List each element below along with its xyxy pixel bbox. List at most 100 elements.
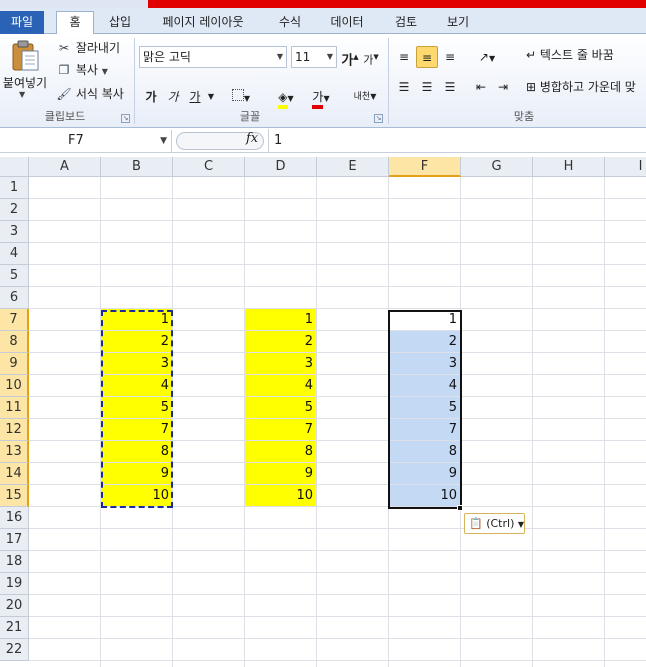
fill-color-button[interactable]: ◈▼ — [274, 86, 298, 109]
paste-options-button[interactable]: 📋 (Ctrl) ▼ — [464, 513, 525, 534]
column-header-b[interactable]: B — [101, 157, 173, 177]
border-button[interactable]: ▼ — [230, 86, 252, 108]
row-header-9[interactable]: 9 — [0, 353, 29, 375]
formula-input[interactable]: 1 — [274, 130, 282, 152]
row-header-1[interactable]: 1 — [0, 177, 29, 199]
select-all-button[interactable] — [0, 157, 29, 177]
cell-d11[interactable]: 5 — [245, 397, 316, 418]
row-header-4[interactable]: 4 — [0, 243, 29, 265]
cell-d10[interactable]: 4 — [245, 375, 316, 396]
row-header-3[interactable]: 3 — [0, 221, 29, 243]
gridline-horizontal — [29, 198, 646, 199]
column-header-g[interactable]: G — [461, 157, 533, 177]
row-header-5[interactable]: 5 — [0, 265, 29, 287]
shrink-font-button[interactable]: 가▼ — [362, 46, 380, 68]
italic-button[interactable]: 가 — [164, 86, 182, 108]
worksheet-grid[interactable]: ABCDEFGHI 1 2 3 4 5 6 7 8 9 10 11 12 13 14 15 16 17 18 19 2… — [0, 153, 646, 667]
fill-handle[interactable] — [457, 505, 463, 511]
orientation-button[interactable]: ↗▼ — [472, 46, 502, 68]
font-name-select[interactable]: 맑은 고딕 ▼ — [139, 46, 287, 68]
group-divider — [388, 38, 389, 124]
row-header-18[interactable]: 18 — [0, 551, 29, 573]
align-middle-button[interactable]: ≡ — [416, 46, 438, 68]
bold-button[interactable]: 가 — [142, 86, 160, 108]
tab-formulas[interactable]: 수식 — [270, 12, 310, 34]
tab-view[interactable]: 보기 — [438, 12, 478, 34]
name-box[interactable]: F7 ▼ — [0, 130, 172, 152]
tab-review[interactable]: 검토 — [386, 12, 426, 34]
tab-file[interactable]: 파일 — [0, 11, 44, 34]
align-right-button[interactable]: ☰ — [440, 76, 460, 98]
row-header-17[interactable]: 17 — [0, 529, 29, 551]
font-color-button[interactable]: 가▼ — [308, 86, 334, 109]
row-header-8[interactable]: 8 — [0, 331, 29, 353]
chevron-down-icon[interactable]: ▼ — [160, 130, 167, 152]
align-center-button[interactable]: ☰ — [416, 76, 438, 98]
align-bottom-button[interactable]: ≡ — [440, 46, 460, 68]
font-size-select[interactable]: 11 ▼ — [291, 46, 337, 68]
tab-page-layout[interactable]: 페이지 레이아웃 — [148, 12, 258, 34]
paste-icon[interactable] — [10, 40, 40, 72]
cell-d13[interactable]: 8 — [245, 441, 316, 462]
align-left-button[interactable]: ☰ — [394, 76, 414, 98]
row-header-12[interactable]: 12 — [0, 419, 29, 441]
row-header-15[interactable]: 15 — [0, 485, 29, 507]
column-header-h[interactable]: H — [533, 157, 605, 177]
row-header-22[interactable]: 22 — [0, 639, 29, 661]
column-header-i[interactable]: I — [605, 157, 646, 177]
row-header-10[interactable]: 10 — [0, 375, 29, 397]
font-launcher-icon[interactable]: ↘ — [374, 114, 383, 123]
insert-function-icon[interactable]: fx — [246, 131, 258, 146]
cell-d12[interactable]: 7 — [245, 419, 316, 440]
tab-home[interactable]: 홈 — [56, 11, 94, 34]
grow-font-button[interactable]: 가▲ — [341, 46, 359, 68]
row-header-20[interactable]: 20 — [0, 595, 29, 617]
copy-dropdown-icon[interactable]: ▼ — [102, 67, 108, 76]
merge-center-label: 병합하고 가운데 맞 — [539, 80, 636, 94]
row-header-6[interactable]: 6 — [0, 287, 29, 309]
row-header-7[interactable]: 7 — [0, 309, 29, 331]
cell-d14[interactable]: 9 — [245, 463, 316, 484]
column-header-d[interactable]: D — [245, 157, 317, 177]
paste-button[interactable]: 붙여넣기 — [0, 74, 50, 91]
row-header-16[interactable]: 16 — [0, 507, 29, 529]
underline-dropdown-icon[interactable]: ▼ — [206, 86, 216, 108]
row-header-14[interactable]: 14 — [0, 463, 29, 485]
copy-button[interactable]: ❐ 복사 ▼ — [56, 60, 108, 80]
row-header-21[interactable]: 21 — [0, 617, 29, 639]
row-header-19[interactable]: 19 — [0, 573, 29, 595]
row-header-11[interactable]: 11 — [0, 397, 29, 419]
formula-bar-divider — [268, 129, 269, 153]
merge-center-button[interactable]: ⊞ 병합하고 가운데 맞 — [526, 76, 646, 98]
column-header-e[interactable]: E — [317, 157, 389, 177]
border-icon — [231, 89, 244, 101]
column-header-c[interactable]: C — [173, 157, 245, 177]
gridline-horizontal — [29, 242, 646, 243]
wrap-text-button[interactable]: ↵ 텍스트 줄 바꿈 — [526, 44, 644, 66]
increase-indent-button[interactable]: ⇥ — [494, 76, 512, 98]
copy-label: 복사 — [75, 63, 98, 77]
align-middle-icon: ≡ — [421, 51, 433, 65]
tab-insert[interactable]: 삽입 — [100, 12, 140, 34]
cell-d7[interactable]: 1 — [245, 309, 316, 330]
underline-button[interactable]: 가 — [186, 86, 204, 108]
column-header-f[interactable]: F — [389, 157, 461, 177]
row-header-13[interactable]: 13 — [0, 441, 29, 463]
format-painter-button[interactable]: 🖌 서식 복사 — [56, 84, 123, 104]
align-top-button[interactable]: ≡ — [394, 46, 414, 68]
tab-data[interactable]: 데이터 — [322, 12, 372, 34]
clipboard-launcher-icon[interactable]: ↘ — [121, 114, 130, 123]
align-left-icon: ☰ — [398, 80, 410, 94]
cut-button[interactable]: ✂ 잘라내기 — [56, 38, 120, 58]
cell-d8[interactable]: 2 — [245, 331, 316, 352]
cell-d9[interactable]: 3 — [245, 353, 316, 374]
selection-border — [388, 310, 462, 509]
paste-dropdown-icon[interactable]: ▼ — [19, 90, 25, 99]
row-header-2[interactable]: 2 — [0, 199, 29, 221]
decrease-indent-button[interactable]: ⇤ — [472, 76, 490, 98]
phonetic-button[interactable]: 내천▼ — [350, 86, 380, 108]
cell-d15[interactable]: 10 — [245, 485, 316, 506]
formula-bar: F7 ▼ fx 1 — [0, 129, 646, 153]
decrease-indent-icon: ⇤ — [475, 80, 487, 94]
column-header-a[interactable]: A — [29, 157, 101, 177]
